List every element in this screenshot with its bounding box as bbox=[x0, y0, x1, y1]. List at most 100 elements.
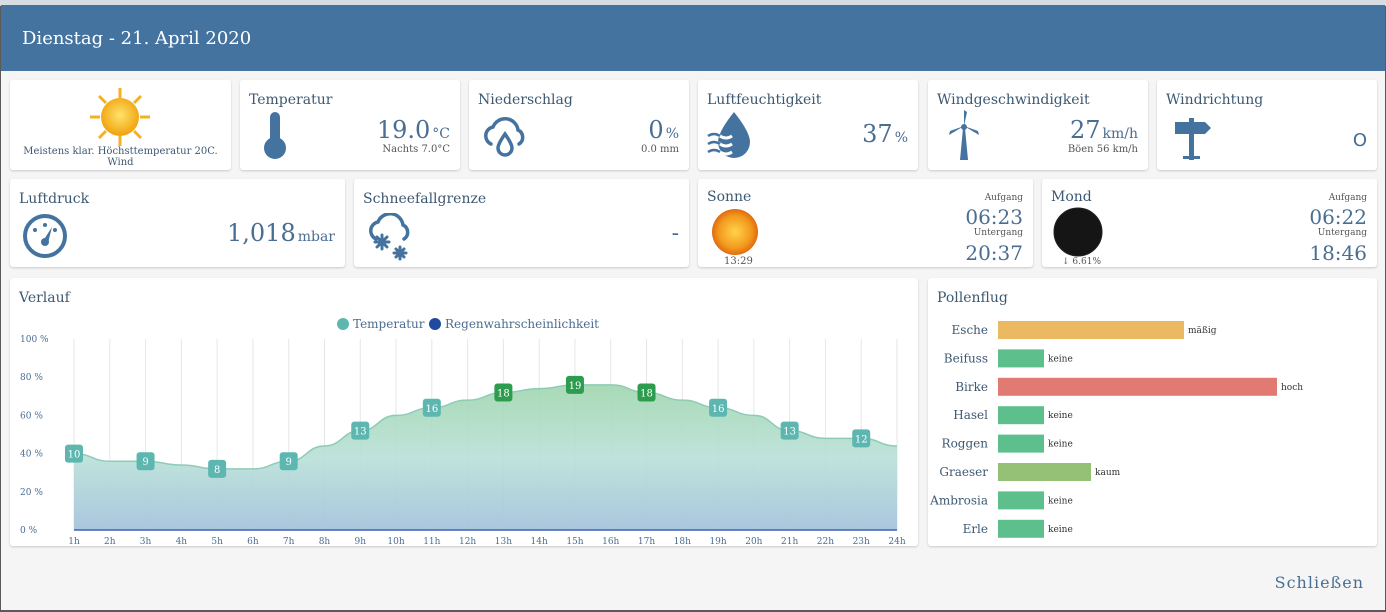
moonrise-time: 06:22 bbox=[1309, 205, 1367, 229]
temperature-point-label: 13 bbox=[354, 427, 367, 438]
humidity-title: Luftfeuchtigkeit bbox=[707, 92, 822, 108]
x-tick-label: 16h bbox=[602, 537, 619, 546]
x-tick-label: 9h bbox=[354, 537, 366, 546]
temperature-point-label: 18 bbox=[640, 388, 653, 399]
pollen-bar bbox=[998, 406, 1044, 425]
legend-temperature-marker bbox=[337, 318, 349, 330]
pollen-category-label: Esche bbox=[952, 323, 988, 337]
sun-icon bbox=[712, 209, 758, 255]
humidity-unit: % bbox=[894, 130, 908, 146]
precipitation-amount: 0.0 mm bbox=[640, 144, 679, 155]
moon-illumination: 6.61% bbox=[1072, 257, 1102, 267]
y-tick-label: 40 % bbox=[20, 450, 43, 460]
moonset-label: Untergang bbox=[1317, 228, 1367, 238]
humidity-value: 37 bbox=[862, 120, 893, 148]
pollen-category-label: Roggen bbox=[942, 437, 989, 451]
x-tick-label: 4h bbox=[176, 537, 188, 546]
temperature-point-label: 16 bbox=[425, 404, 438, 415]
y-tick-label: 80 % bbox=[20, 373, 43, 383]
pressure-unit: mbar bbox=[297, 229, 335, 245]
pollen-bar bbox=[998, 349, 1044, 368]
wind-turbine-icon bbox=[949, 110, 979, 160]
precipitation-value-row: 0% bbox=[648, 116, 679, 144]
precipitation-card: Niederschlag 0% 0.0 mm bbox=[469, 80, 689, 170]
wind-speed-value-row: 27 km/h bbox=[1070, 116, 1138, 144]
thermometer-icon bbox=[264, 112, 286, 159]
moonrise-label: Aufgang bbox=[1328, 193, 1367, 203]
close-button[interactable]: Schließen bbox=[1275, 573, 1364, 592]
snow-line-title: Schneefallgrenze bbox=[363, 191, 487, 207]
snow-line-value: - bbox=[671, 221, 679, 246]
x-tick-label: 1h bbox=[68, 537, 80, 546]
pollen-bar bbox=[998, 519, 1044, 538]
pollen-category-label: Erle bbox=[963, 522, 988, 536]
pollen-value-label: keine bbox=[1048, 411, 1073, 421]
sun-card: Sonne 13:29 Aufgang 06:23 Untergang 20:3… bbox=[698, 179, 1033, 267]
x-tick-label: 14h bbox=[531, 537, 548, 546]
moon-icon bbox=[1053, 207, 1103, 257]
snow-line-card: Schneefallgrenze - bbox=[354, 179, 689, 267]
arrow-down-icon: ↓ bbox=[1062, 257, 1070, 267]
x-tick-label: 19h bbox=[709, 537, 726, 546]
humidity-drop-icon bbox=[707, 112, 750, 158]
temperature-point-label: 16 bbox=[712, 404, 725, 415]
pollen-value-label: mäßig bbox=[1188, 326, 1217, 336]
precipitation-title: Niederschlag bbox=[478, 92, 573, 108]
gauge-icon bbox=[23, 214, 67, 258]
wind-speed-title: Windgeschwindigkeit bbox=[937, 92, 1090, 108]
rain-cloud-icon bbox=[484, 117, 525, 157]
wind-speed-unit: km/h bbox=[1102, 126, 1139, 142]
temperature-value: 19.0 bbox=[376, 116, 431, 144]
x-tick-label: 8h bbox=[319, 537, 331, 546]
x-tick-label: 22h bbox=[817, 537, 834, 546]
temperature-point-label: 8 bbox=[214, 465, 220, 476]
x-tick-label: 11h bbox=[423, 537, 440, 546]
temperature-point-label: 12 bbox=[855, 434, 868, 445]
pollen-card: Pollenflug Esche mäßig Beifuss keine Birke ho… bbox=[928, 278, 1377, 546]
snow-cloud-icon bbox=[369, 213, 410, 261]
sunset-label: Untergang bbox=[973, 228, 1023, 238]
x-tick-label: 15h bbox=[566, 537, 583, 546]
y-tick-label: 100 % bbox=[20, 335, 49, 345]
pressure-value-row: 1,018 mbar bbox=[227, 219, 335, 247]
temperature-value-row: 19.0 °C bbox=[377, 116, 450, 144]
wind-direction-value: O bbox=[1352, 130, 1367, 151]
pollen-chart: Esche mäßig Beifuss keine Birke hoch Hasel kein… bbox=[929, 321, 1303, 538]
y-tick-label: 0 % bbox=[20, 526, 38, 536]
pollen-value-label: hoch bbox=[1281, 383, 1303, 393]
x-tick-label: 20h bbox=[745, 537, 762, 546]
moon-illumination-row: ↓ 6.61% bbox=[1062, 257, 1101, 267]
wind-speed-value: 27 bbox=[1069, 116, 1101, 144]
sunrise-label: Aufgang bbox=[984, 193, 1023, 203]
precipitation-unit: % bbox=[665, 126, 679, 142]
weather-summary: Meistens klar. Höchsttemperatur 20C. Win… bbox=[23, 146, 218, 168]
x-tick-label: 7h bbox=[283, 537, 295, 546]
pollen-value-label: keine bbox=[1048, 440, 1073, 450]
y-tick-label: 60 % bbox=[20, 411, 43, 421]
x-tick-label: 13h bbox=[495, 537, 512, 546]
x-tick-label: 18h bbox=[674, 537, 691, 546]
pressure-title: Luftdruck bbox=[19, 191, 90, 207]
pollen-bar bbox=[998, 377, 1277, 396]
temperature-card: Temperatur 19.0 °C Nachts 7.0°C bbox=[240, 80, 460, 170]
sun-duration: 13:29 bbox=[724, 256, 753, 267]
x-tick-label: 17h bbox=[638, 537, 655, 546]
x-tick-label: 23h bbox=[853, 537, 870, 546]
temperature-point-label: 10 bbox=[68, 450, 81, 461]
pressure-card: Luftdruck 1,018 mbar bbox=[10, 179, 345, 267]
temperature-point-label: 9 bbox=[142, 457, 148, 468]
legend-temperature-label: Temperatur bbox=[353, 317, 425, 331]
wind-speed-card: Windgeschwindigkeit 27 km/h Böen 56 km/h bbox=[928, 80, 1148, 170]
legend-rain-marker bbox=[429, 318, 441, 330]
x-tick-label: 24h bbox=[888, 537, 905, 546]
sunny-weather-icon bbox=[90, 88, 150, 146]
summary-card: Meistens klar. Höchsttemperatur 20C. Win… bbox=[10, 80, 231, 170]
pollen-bar bbox=[998, 491, 1044, 510]
pollen-category-label: Hasel bbox=[953, 408, 988, 422]
pollen-category-label: Birke bbox=[955, 380, 988, 394]
x-tick-label: 5h bbox=[211, 537, 223, 546]
pollen-value-label: kaum bbox=[1095, 468, 1121, 478]
temperature-title: Temperatur bbox=[249, 92, 333, 108]
temperature-point-label: 9 bbox=[286, 457, 292, 468]
temperature-area bbox=[74, 384, 897, 530]
